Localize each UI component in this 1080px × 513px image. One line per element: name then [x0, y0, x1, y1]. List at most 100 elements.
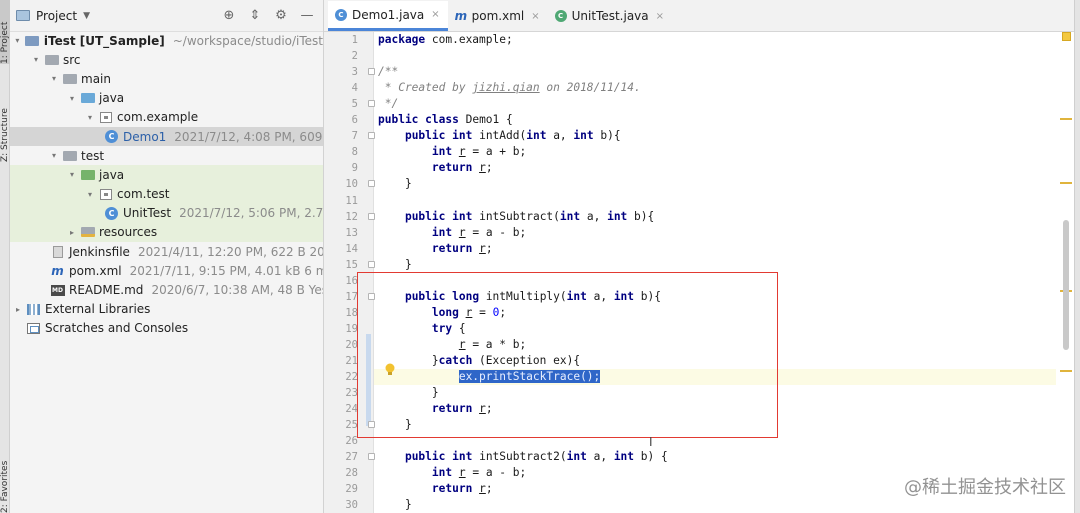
- chevron-down-icon[interactable]: ▾: [12, 36, 23, 45]
- tree-item[interactable]: ▾ iTest [UT_Sample] ~/workspace/studio/iTe…: [10, 31, 323, 50]
- line-number[interactable]: 7: [324, 128, 358, 144]
- line-number[interactable]: 1: [324, 32, 358, 48]
- warning-mark[interactable]: [1060, 370, 1072, 372]
- line-number[interactable]: 2: [324, 48, 358, 64]
- line-number[interactable]: 4: [324, 80, 358, 96]
- line-number[interactable]: 19: [324, 321, 358, 337]
- tree-item[interactable]: ▾ test: [10, 146, 323, 165]
- close-icon[interactable]: ×: [531, 11, 539, 22]
- line-number[interactable]: 21: [324, 353, 358, 369]
- code-line[interactable]: r = a * b;: [374, 337, 1058, 353]
- line-number[interactable]: 25: [324, 417, 358, 433]
- line-number[interactable]: 28: [324, 465, 358, 481]
- code-line[interactable]: int r = a + b;: [374, 144, 1058, 160]
- line-number[interactable]: 18: [324, 305, 358, 321]
- vcs-change-marker[interactable]: [366, 334, 371, 426]
- tree-item[interactable]: C Demo1 2021/7/12, 4:08 PM, 609 B: [10, 126, 323, 147]
- line-number[interactable]: 24: [324, 401, 358, 417]
- line-number[interactable]: 8: [324, 144, 358, 160]
- tree-item[interactable]: ▸ resources: [10, 222, 323, 243]
- line-number[interactable]: 9: [324, 160, 358, 176]
- code-line[interactable]: public int intAdd(int a, int b){: [374, 128, 1058, 144]
- line-number[interactable]: 26: [324, 433, 358, 449]
- target-icon[interactable]: ⊕: [221, 8, 237, 23]
- project-view-selector[interactable]: Project: [36, 9, 77, 23]
- tree-item[interactable]: MD README.md 2020/6/7, 10:38 AM, 48 B Yest…: [10, 280, 323, 299]
- code-line[interactable]: public long intMultiply(int a, int b){: [374, 289, 1058, 305]
- code-line[interactable]: public int intSubtract2(int a, int b) {: [374, 449, 1058, 465]
- line-number[interactable]: 12: [324, 209, 358, 225]
- chevron-right-icon[interactable]: ▸: [66, 228, 78, 237]
- code-line[interactable]: public class Demo1 {: [374, 112, 1058, 128]
- chevron-down-icon[interactable]: ▾: [84, 190, 96, 199]
- chevron-down-icon[interactable]: ▾: [84, 113, 96, 122]
- code-line[interactable]: [374, 193, 1058, 209]
- warning-mark[interactable]: [1060, 118, 1072, 120]
- line-number[interactable]: 23: [324, 385, 358, 401]
- code-line[interactable]: return r;: [374, 160, 1058, 176]
- code-line[interactable]: int r = a - b;: [374, 225, 1058, 241]
- warning-indicator-icon[interactable]: [1062, 32, 1071, 41]
- code-line[interactable]: }: [374, 257, 1058, 273]
- tree-item[interactable]: C UnitTest 2021/7/12, 5:06 PM, 2.75: [10, 203, 323, 223]
- chevron-down-icon[interactable]: ▾: [66, 94, 78, 103]
- tree-item[interactable]: ▾ java: [10, 89, 323, 108]
- line-number[interactable]: 3: [324, 64, 358, 80]
- close-icon[interactable]: ×: [431, 9, 439, 20]
- tool-tab-structure[interactable]: Z: Structure: [0, 92, 10, 162]
- code-line[interactable]: long r = 0;: [374, 305, 1058, 321]
- line-number[interactable]: 30: [324, 497, 358, 513]
- tree-item[interactable]: ▾ com.example: [10, 108, 323, 127]
- editor-tab[interactable]: C Demo1.java ×: [328, 1, 448, 31]
- line-number[interactable]: 29: [324, 481, 358, 497]
- line-number[interactable]: 16: [324, 273, 358, 289]
- code-line[interactable]: */: [374, 96, 1058, 112]
- code-line[interactable]: }: [374, 385, 1058, 401]
- chevron-down-icon[interactable]: ▾: [48, 151, 60, 160]
- tool-tab-favorites[interactable]: 2: Favorites: [0, 440, 10, 513]
- code-line[interactable]: [374, 433, 1058, 449]
- code-line[interactable]: public int intSubtract(int a, int b){: [374, 209, 1058, 225]
- code-line[interactable]: /**: [374, 64, 1058, 80]
- editor-tab[interactable]: m pom.xml ×: [448, 1, 548, 31]
- line-number[interactable]: 20: [324, 337, 358, 353]
- line-number[interactable]: 11: [324, 193, 358, 209]
- hide-icon[interactable]: —: [299, 8, 315, 23]
- tree-item[interactable]: ▸ External Libraries: [10, 300, 323, 319]
- code-line[interactable]: return r;: [374, 241, 1058, 257]
- vertical-scrollbar[interactable]: [1063, 220, 1069, 350]
- code-line[interactable]: return r;: [374, 401, 1058, 417]
- code-line[interactable]: }: [374, 417, 1058, 433]
- tree-item[interactable]: Jenkinsfile 2021/4/11, 12:20 PM, 622 B 20…: [10, 242, 323, 261]
- line-number[interactable]: 27: [324, 449, 358, 465]
- line-number[interactable]: 14: [324, 241, 358, 257]
- code-line[interactable]: }: [374, 497, 1058, 513]
- tree-item[interactable]: ▾ com.test: [10, 184, 323, 204]
- code-line[interactable]: }catch (Exception ex){: [374, 353, 1058, 369]
- code-line[interactable]: * Created by jizhi.qian on 2018/11/14.: [374, 80, 1058, 96]
- lightbulb-icon[interactable]: [384, 363, 396, 377]
- code-line[interactable]: [374, 48, 1058, 64]
- line-number[interactable]: 6: [324, 112, 358, 128]
- line-number[interactable]: 15: [324, 257, 358, 273]
- code-area[interactable]: package com.example; /** * Created by jiz…: [374, 32, 1058, 513]
- code-line[interactable]: [374, 273, 1058, 289]
- line-number[interactable]: 13: [324, 225, 358, 241]
- editor-tab[interactable]: C UnitTest.java ×: [548, 1, 672, 31]
- tool-tab-project[interactable]: 1: Project: [0, 0, 10, 64]
- tree-item[interactable]: ▾ main: [10, 69, 323, 88]
- code-line[interactable]: ex.printStackTrace();: [374, 369, 1058, 386]
- line-number[interactable]: 17: [324, 289, 358, 305]
- chevron-down-icon[interactable]: ▼: [83, 11, 90, 21]
- tree-item[interactable]: ▾ java: [10, 165, 323, 185]
- collapse-icon[interactable]: ⇕: [247, 8, 263, 23]
- chevron-down-icon[interactable]: ▾: [48, 74, 60, 83]
- code-line[interactable]: }: [374, 176, 1058, 192]
- chevron-right-icon[interactable]: ▸: [12, 305, 24, 314]
- line-number[interactable]: 5: [324, 96, 358, 112]
- tree-item[interactable]: Scratches and Consoles: [10, 319, 323, 338]
- close-icon[interactable]: ×: [656, 11, 664, 22]
- tree-item[interactable]: m pom.xml 2021/7/11, 9:15 PM, 4.01 kB 6 mi…: [10, 261, 323, 280]
- code-line[interactable]: try {: [374, 321, 1058, 337]
- code-line[interactable]: package com.example;: [374, 32, 1058, 48]
